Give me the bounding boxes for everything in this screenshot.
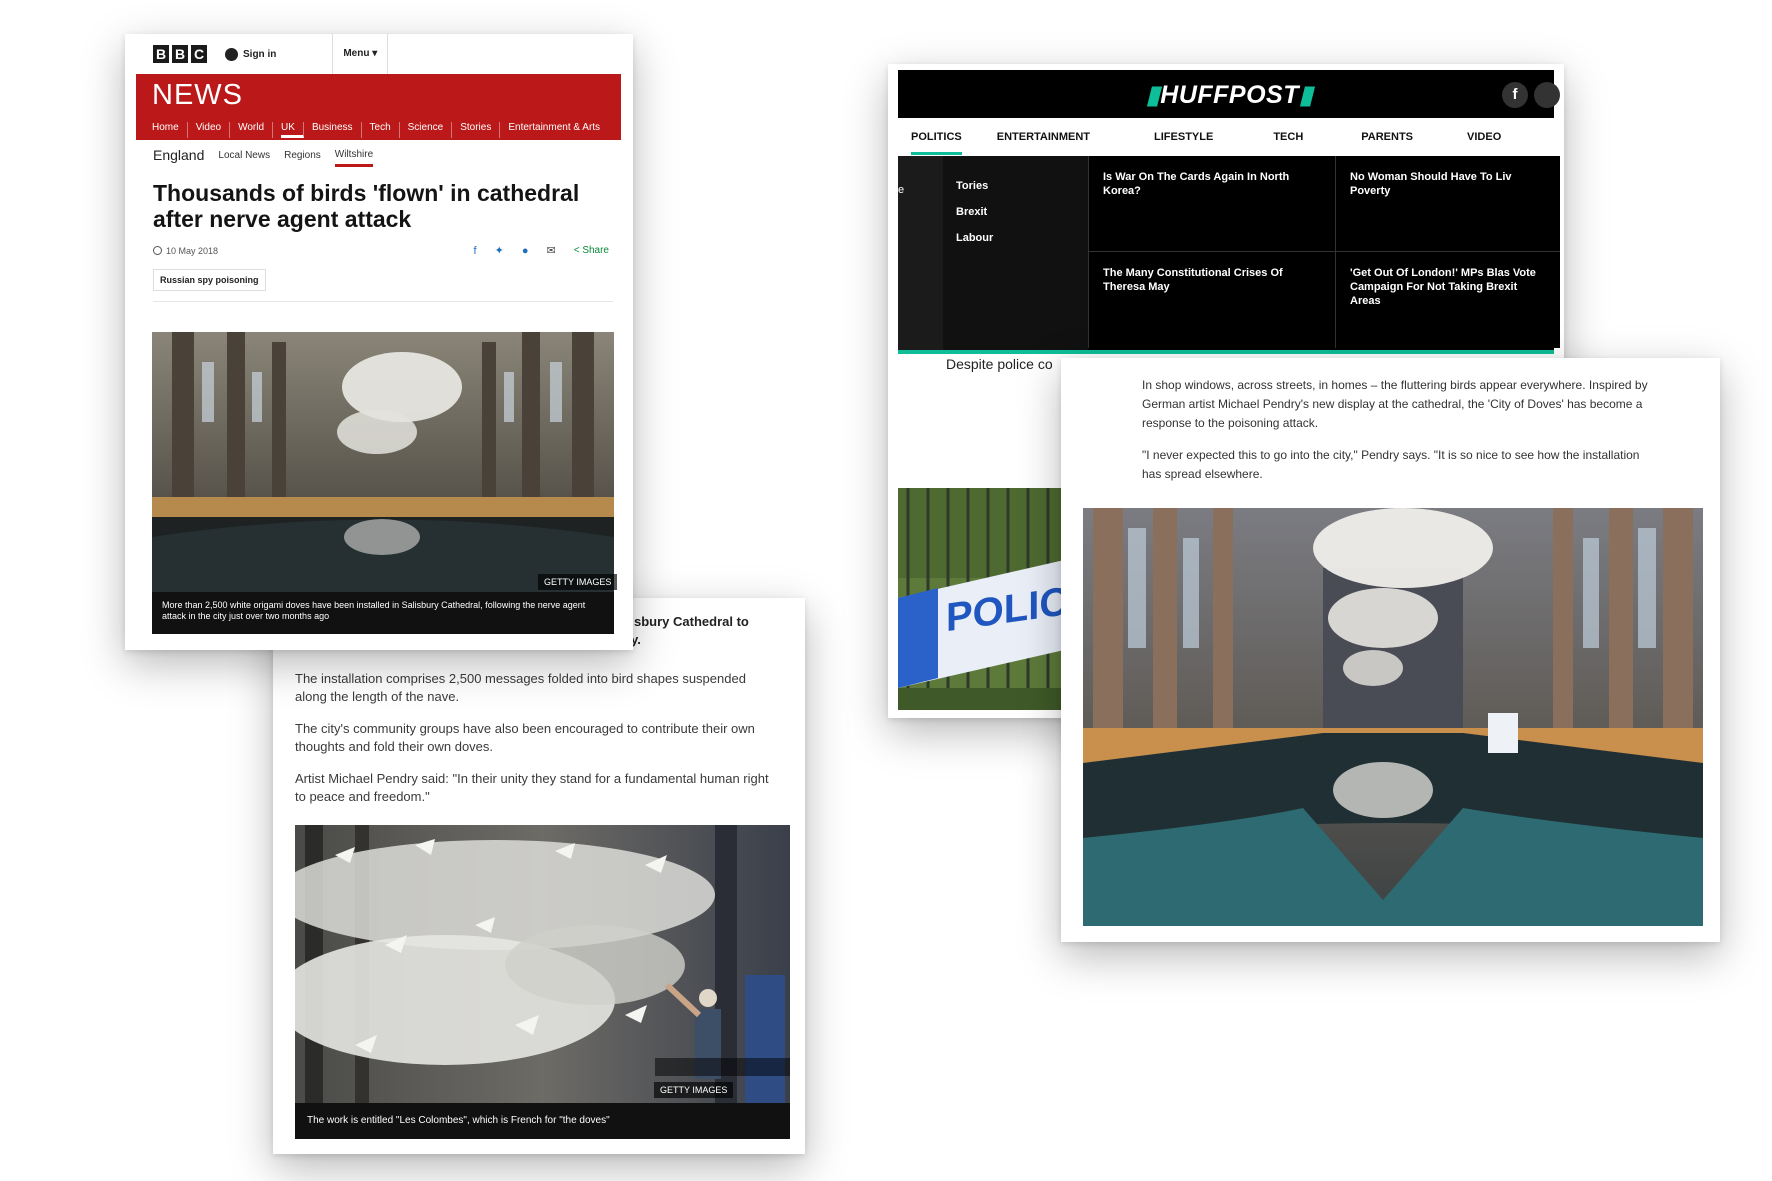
paragraph: "I never expected this to go into the ci… <box>1142 448 1640 481</box>
nav-business[interactable]: Business <box>312 122 362 138</box>
police-tape-photo: POLICE <box>898 488 1073 710</box>
bbc-logo[interactable]: BBC <box>153 45 207 63</box>
user-icon <box>225 47 238 61</box>
article-headline: Thousands of birds 'flown' in cathedral … <box>153 180 580 232</box>
nav-science[interactable]: Science <box>408 122 453 138</box>
nav-parents[interactable]: PARENTS <box>1361 131 1413 143</box>
photo-caption: The work is entitled "Les Colombes", whi… <box>295 1103 790 1139</box>
dropdown-side: e <box>898 156 943 350</box>
twitter-icon[interactable]: ✦ <box>495 244 504 257</box>
region-title: England <box>153 147 205 163</box>
bbc-news-banner: NEWS Home Video World UK Business Tech S… <box>136 74 621 140</box>
huffpost-logo[interactable]: ▮HUFFPOST▮ <box>1146 80 1313 110</box>
nav-entertainment-arts[interactable]: Entertainment & Arts <box>508 122 608 138</box>
nav-politics[interactable]: POLITICS <box>911 131 962 155</box>
subnav-regions[interactable]: Regions <box>284 150 321 161</box>
bbc-subnav: England Local News Regions Wiltshire <box>153 140 633 170</box>
story-link[interactable]: 'Get Out Of London!' MPs Blas Vote Campa… <box>1335 252 1560 348</box>
chevron-down-icon: ▾ <box>372 48 378 59</box>
nav-stories[interactable]: Stories <box>460 122 501 138</box>
huffpost-header: ▮HUFFPOST▮ f <box>898 70 1560 118</box>
paragraph: The installation comprises 2,500 message… <box>295 671 746 704</box>
news-brand[interactable]: NEWS <box>152 79 243 112</box>
photo-caption: More than 2,500 white origami doves have… <box>152 592 614 634</box>
subnav-wiltshire[interactable]: Wiltshire <box>334 149 374 167</box>
nav-video[interactable]: Video <box>196 122 231 138</box>
nav-tech[interactable]: TECH <box>1273 131 1303 143</box>
nav-tech[interactable]: Tech <box>370 122 400 138</box>
divider <box>153 301 613 302</box>
menu-item-labour[interactable]: Labour <box>956 232 1088 244</box>
nav-world[interactable]: World <box>238 122 274 138</box>
clock-icon <box>153 246 162 255</box>
paragraph: The city's community groups have also be… <box>295 721 755 754</box>
collage-scene: sbury Cathedral to y. The installation c… <box>0 0 1772 1181</box>
story-link[interactable]: Is War On The Cards Again In North Korea… <box>1088 156 1335 252</box>
menu-button[interactable]: Menu ▾ <box>332 34 389 74</box>
article-text-fragment: Despite police co <box>946 356 1053 372</box>
topic-tag[interactable]: Russian spy poisoning <box>153 269 266 291</box>
nav-uk[interactable]: UK <box>281 122 304 138</box>
dropdown-accent-bar <box>898 350 1554 354</box>
story-link[interactable]: No Woman Should Have To Liv Poverty <box>1335 156 1560 252</box>
bbc-article-continued-card: sbury Cathedral to y. The installation c… <box>273 598 805 1154</box>
bbc-nav: Home Video World UK Business Tech Scienc… <box>152 122 616 138</box>
paragraph: Artist Michael Pendry said: "In their un… <box>295 771 769 804</box>
article-card: In shop windows, across streets, in home… <box>1061 358 1720 942</box>
email-icon[interactable]: ✉ <box>546 244 555 257</box>
nav-video[interactable]: VIDEO <box>1467 131 1501 143</box>
share-tools: f ✦ ● ✉ < Share <box>474 244 609 258</box>
cathedral-photo <box>152 332 614 594</box>
lead-fragment: sbury Cathedral to <box>634 614 749 629</box>
menu-item-brexit[interactable]: Brexit <box>956 206 1088 218</box>
messenger-icon[interactable]: ● <box>522 245 529 257</box>
sign-in-button[interactable]: Sign in <box>225 47 276 61</box>
dropdown-menu: Tories Brexit Labour <box>943 156 1088 350</box>
nav-entertainment[interactable]: ENTERTAINMENT <box>997 131 1090 143</box>
article-body: In shop windows, across streets, in home… <box>1142 376 1662 497</box>
photo-credit: GETTY IMAGES <box>538 574 618 590</box>
doves-closeup-photo <box>295 825 790 1103</box>
nav-lifestyle[interactable]: LIFESTYLE <box>1154 131 1213 143</box>
politics-dropdown: e Tories Brexit Labour Is War On The Car… <box>898 156 1560 350</box>
facebook-icon[interactable]: f <box>1502 82 1528 108</box>
huffpost-nav: POLITICS ENTERTAINMENT LIFESTYLE TECH PA… <box>898 118 1554 156</box>
menu-item-tories[interactable]: Tories <box>956 180 1088 192</box>
article-meta: 10 May 2018 f ✦ ● ✉ < Share <box>153 244 609 257</box>
nav-home[interactable]: Home <box>152 122 188 138</box>
cathedral-nave-photo <box>1083 508 1703 926</box>
photo-credit: GETTY IMAGES <box>654 1082 734 1098</box>
facebook-icon[interactable]: f <box>474 245 477 257</box>
article-body: The installation comprises 2,500 message… <box>295 670 775 820</box>
social-icon[interactable] <box>1534 82 1560 108</box>
subnav-local-news[interactable]: Local News <box>218 150 270 161</box>
paragraph: In shop windows, across streets, in home… <box>1142 378 1648 430</box>
bbc-news-card: BBC Sign in Menu ▾ NEWS Home Video World… <box>125 34 633 650</box>
story-link[interactable]: The Many Constitutional Crises Of Theres… <box>1088 252 1335 348</box>
article-date: 10 May 2018 <box>166 245 219 256</box>
bbc-topbar: BBC Sign in Menu ▾ <box>125 34 633 74</box>
share-button[interactable]: < Share <box>574 245 609 256</box>
